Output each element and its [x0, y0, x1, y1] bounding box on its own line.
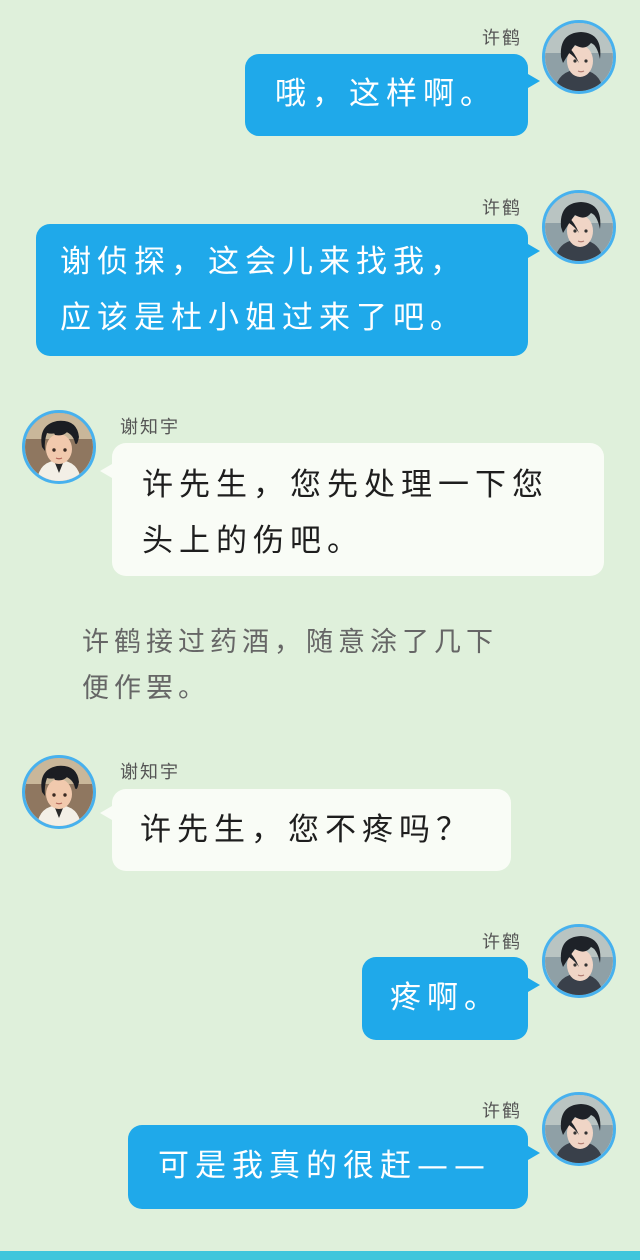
bubble-tail — [100, 806, 112, 820]
avatar-xu-he-icon[interactable] — [542, 924, 616, 998]
message-text: 头上的伤吧。 — [142, 523, 364, 559]
sender-name: 谢知宇 — [120, 417, 180, 438]
avatar-xie-zhiyu-icon[interactable] — [22, 755, 96, 829]
message-text: 可是我真的很赶—— — [158, 1148, 491, 1184]
bubble-tail — [528, 74, 540, 88]
chat-bubble: 谢侦探，这会儿来找我， 应该是杜小姐过来了吧。 — [36, 224, 528, 356]
bubble-tail — [100, 464, 112, 478]
avatar-xu-he-icon[interactable] — [542, 20, 616, 94]
chat-bubble: 疼啊。 — [362, 957, 528, 1040]
bubble-tail — [528, 978, 540, 992]
sender-name: 许鹤 — [482, 28, 522, 49]
sender-name: 许鹤 — [482, 932, 522, 953]
chat-bubble: 许先生，您先处理一下您 头上的伤吧。 — [112, 443, 604, 576]
sender-name: 谢知宇 — [120, 762, 180, 783]
sender-name: 许鹤 — [482, 1101, 522, 1122]
avatar-xu-he-icon[interactable] — [542, 190, 616, 264]
chat-bubble: 许先生，您不疼吗？ — [112, 789, 511, 871]
chat-bubble: 可是我真的很赶—— — [128, 1125, 528, 1209]
bubble-tail — [528, 1146, 540, 1160]
narration-line: 许鹤接过药酒，随意涂了几下 — [82, 627, 498, 658]
message-text: 哦，这样啊。 — [275, 76, 497, 112]
narration-text: 许鹤接过药酒，随意涂了几下 便作罢。 — [82, 620, 552, 712]
sender-name: 许鹤 — [482, 198, 522, 219]
bottom-bar — [0, 1251, 640, 1260]
message-text: 许先生，您不疼吗？ — [140, 812, 473, 848]
bubble-tail — [528, 244, 540, 258]
narration-line: 便作罢。 — [82, 673, 210, 704]
avatar-xu-he-icon[interactable] — [542, 1092, 616, 1166]
message-text: 疼啊。 — [390, 980, 501, 1016]
message-text: 谢侦探，这会儿来找我， — [60, 244, 467, 280]
chat-bubble: 哦，这样啊。 — [245, 54, 528, 136]
avatar-xie-zhiyu-icon[interactable] — [22, 410, 96, 484]
message-text: 许先生，您先处理一下您 — [142, 467, 549, 503]
message-text: 应该是杜小姐过来了吧。 — [60, 300, 467, 336]
